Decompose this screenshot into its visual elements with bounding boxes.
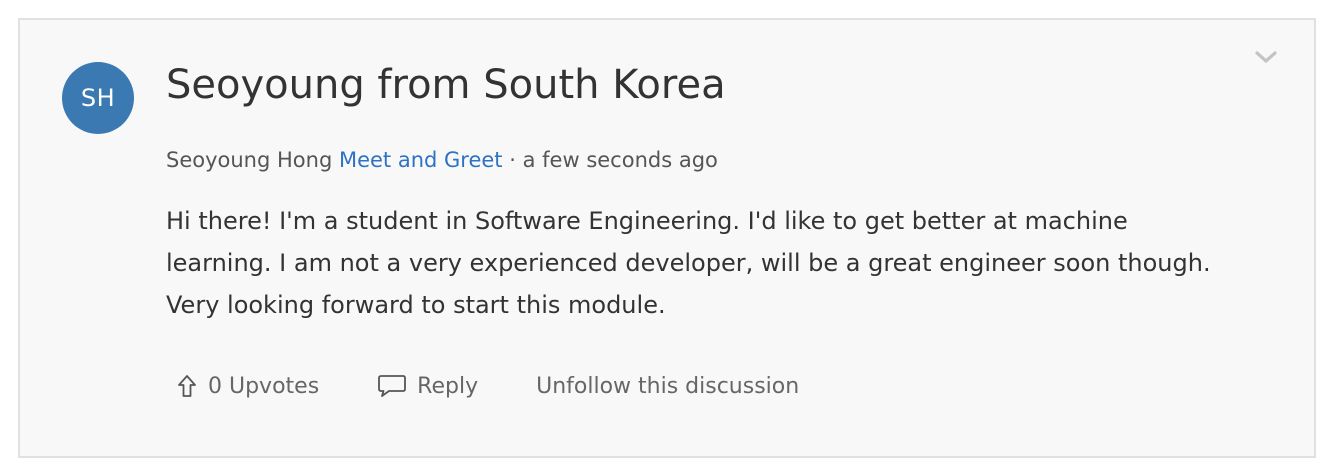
category-link[interactable]: Meet and Greet xyxy=(339,148,503,172)
author-name: Seoyoung Hong xyxy=(166,148,333,172)
reply-label: Reply xyxy=(417,373,479,399)
meta-separator: · xyxy=(509,148,516,172)
discussion-card: SH Seoyoung from South Korea Seoyoung Ho… xyxy=(18,18,1316,458)
post-timestamp: a few seconds ago xyxy=(522,148,718,172)
upvote-label: 0 Upvotes xyxy=(208,373,320,399)
upvote-button[interactable]: 0 Upvotes xyxy=(176,373,319,399)
avatar: SH xyxy=(62,62,134,134)
post-actions: 0 Upvotes Reply Unfollow this discussion xyxy=(166,368,799,404)
unfollow-discussion-button[interactable]: Unfollow this discussion xyxy=(536,374,799,399)
reply-button[interactable]: Reply xyxy=(377,373,478,399)
avatar-initials: SH xyxy=(80,84,116,112)
collapse-button[interactable] xyxy=(1252,46,1280,68)
arrow-up-icon xyxy=(176,373,198,399)
post-body: Hi there! I'm a student in Software Engi… xyxy=(166,207,1211,319)
chevron-down-icon xyxy=(1255,51,1277,63)
post-meta: Seoyoung Hong Meet and Greet · a few sec… xyxy=(166,148,718,172)
speech-bubble-icon xyxy=(377,373,407,399)
unfollow-label: Unfollow this discussion xyxy=(536,373,800,399)
post-title: Seoyoung from South Korea xyxy=(166,62,726,108)
